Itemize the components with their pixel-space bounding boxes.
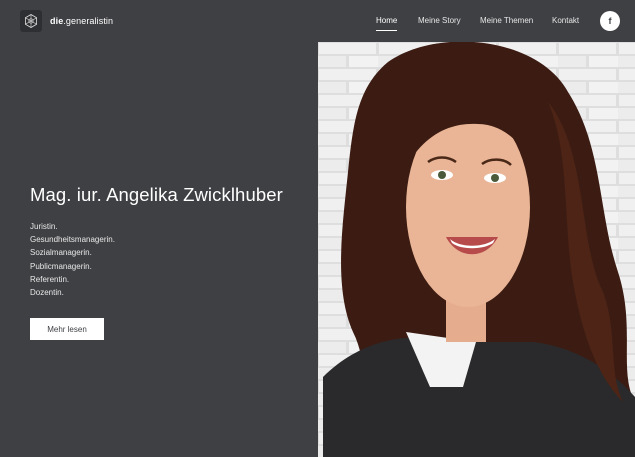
nav-meine-story[interactable]: Meine Story — [418, 16, 461, 25]
hero-section: Mag. iur. Angelika Zwicklhuber Juristin.… — [30, 184, 283, 299]
facebook-icon[interactable]: f — [600, 11, 620, 31]
mehr-lesen-button[interactable]: Mehr lesen — [30, 318, 104, 340]
role-item: Referentin. — [30, 274, 70, 284]
role-item: Gesundheitsmanagerin. — [30, 235, 115, 245]
active-indicator — [376, 30, 398, 31]
role-item: Dozentin. — [30, 288, 64, 298]
nav-meine-themen[interactable]: Meine Themen — [480, 16, 533, 25]
nav-meine-themen-label: Meine Themen — [480, 16, 534, 25]
site-header: die.generalistin Home Meine Story Meine … — [0, 0, 635, 42]
role-item: Sozialmanagerin. — [30, 248, 92, 258]
nav-kontakt[interactable]: Kontakt — [552, 16, 579, 25]
main-nav: Home Meine Story Meine Themen Kontakt — [0, 0, 635, 42]
hero-title: Mag. iur. Angelika Zwicklhuber — [30, 184, 283, 205]
nav-home[interactable]: Home — [376, 16, 398, 31]
facebook-label: f — [608, 16, 612, 26]
nav-meine-story-label: Meine Story — [418, 16, 461, 25]
roles-list: Juristin. Gesundheitsmanagerin. Sozialma… — [30, 220, 283, 299]
portrait-photo — [318, 42, 635, 457]
nav-home-label: Home — [376, 16, 398, 25]
role-item: Juristin. — [30, 222, 58, 231]
nav-kontakt-label: Kontakt — [552, 16, 580, 25]
role-item: Publicmanagerin. — [30, 261, 92, 271]
